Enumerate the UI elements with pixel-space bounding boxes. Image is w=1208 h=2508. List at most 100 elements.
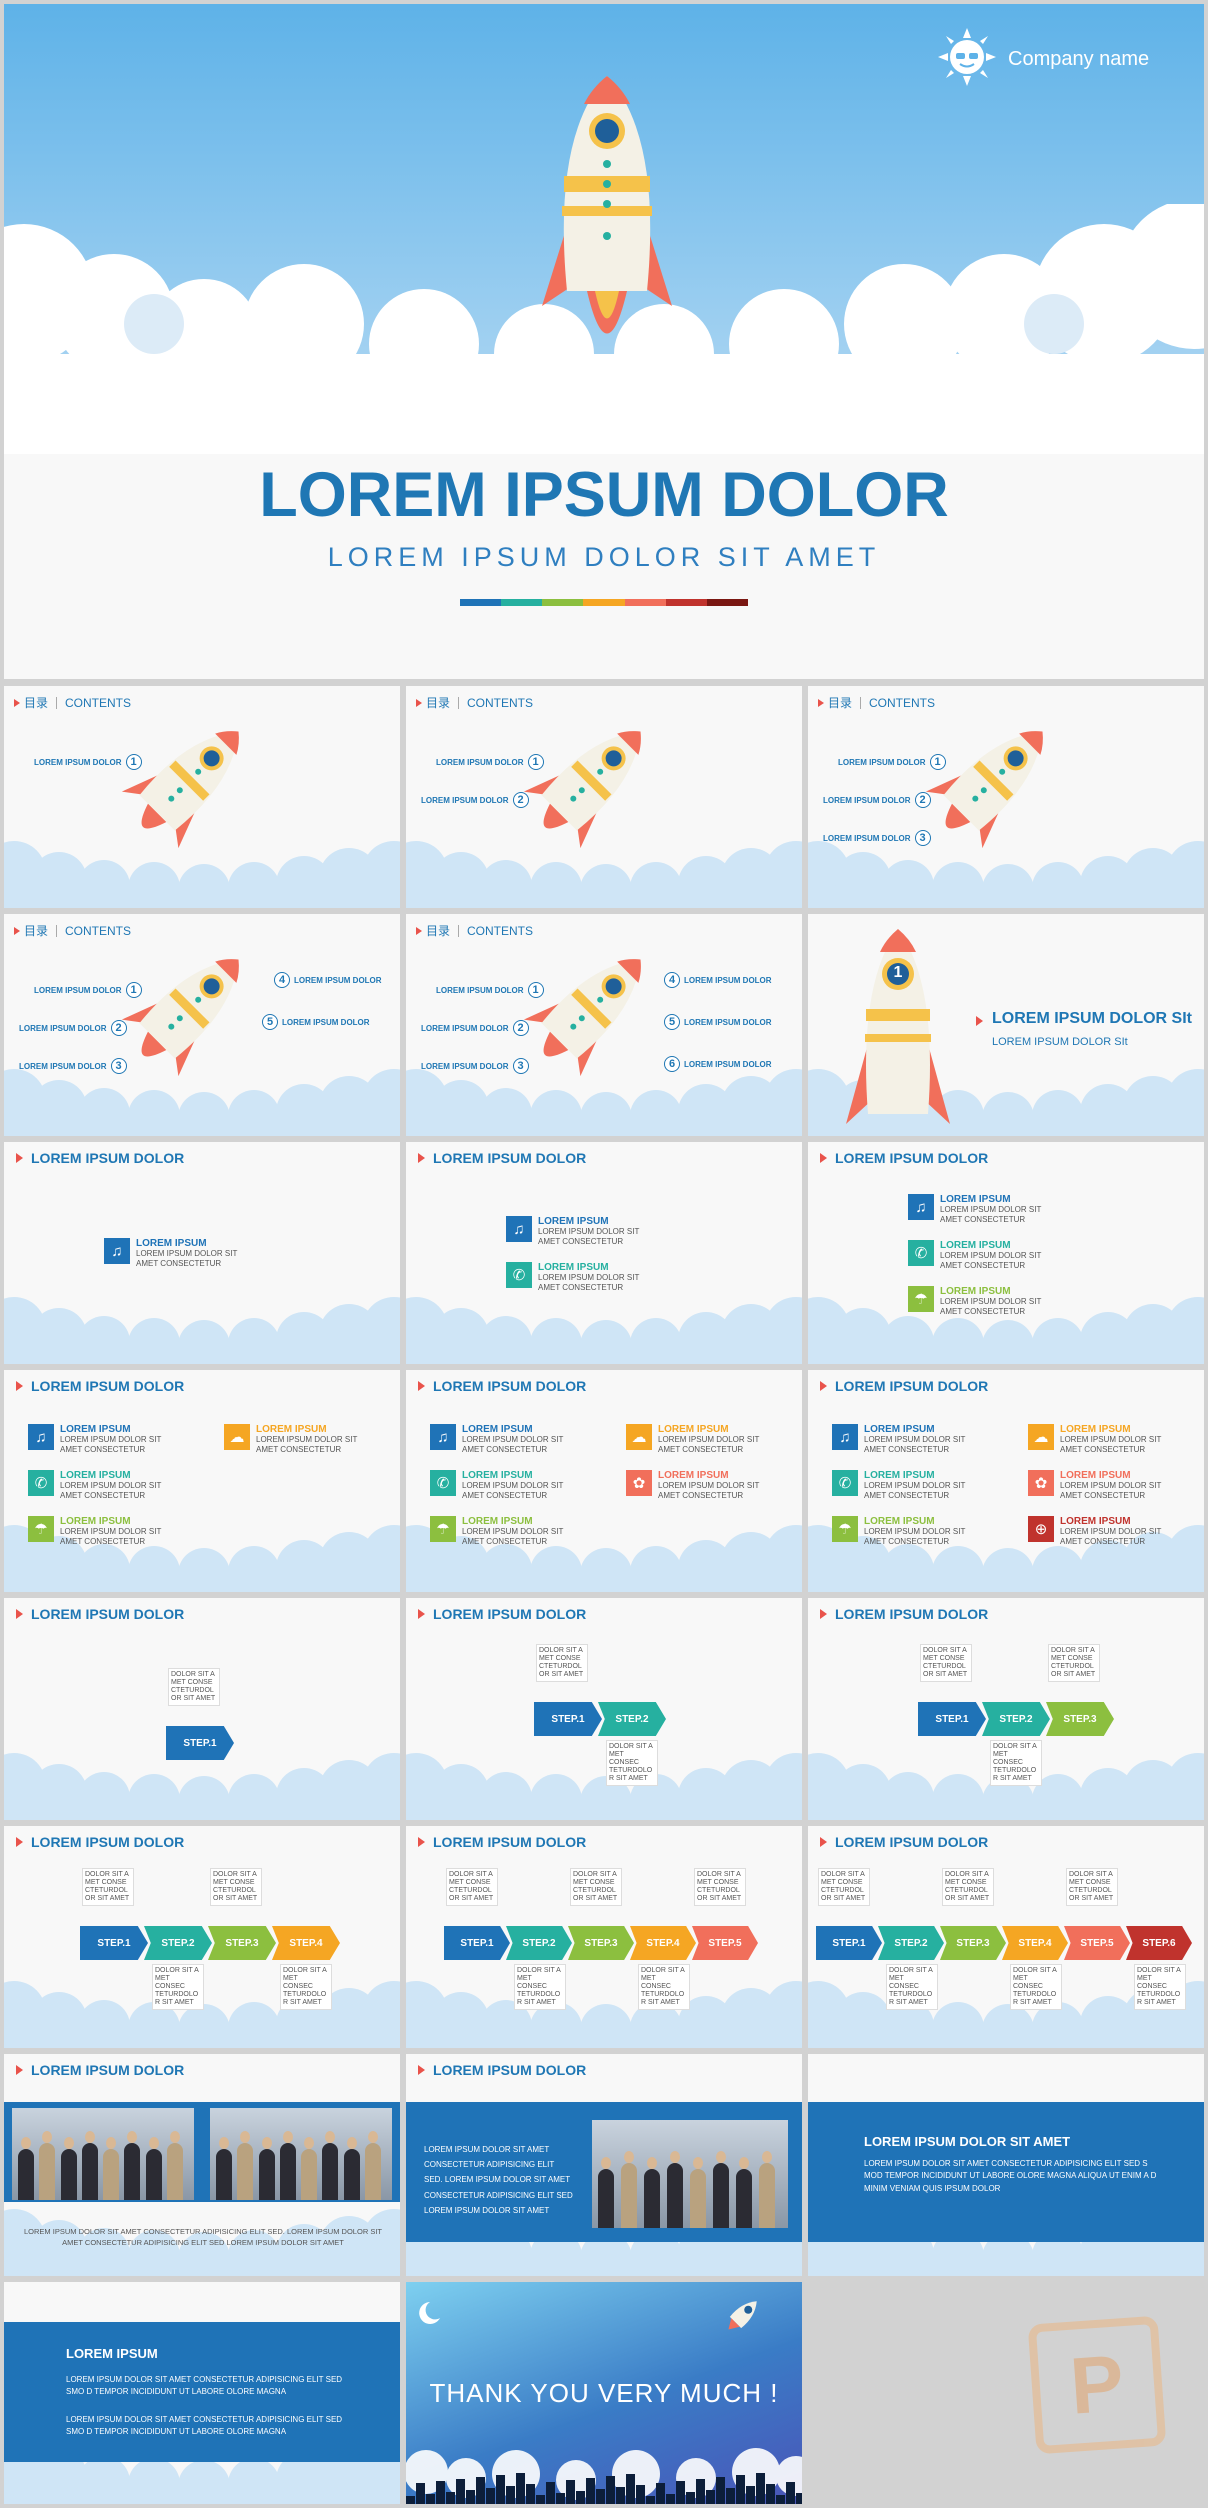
- step-arrow[interactable]: STEP.1: [918, 1702, 986, 1736]
- process-slide[interactable]: LOREM IPSUM DOLOR STEP.1 DOLOR SIT A MET C…: [406, 1598, 802, 1820]
- cover-slide[interactable]: Company name LOREM IPSUM DOLOR LOREM IPS…: [4, 4, 1204, 679]
- step-arrow[interactable]: STEP.1: [166, 1726, 234, 1760]
- icon-list-item[interactable]: ☂ LOREM IPSUM LOREM IPSUM DOLOR SIT AMET C…: [28, 1516, 180, 1546]
- step-arrow[interactable]: STEP.2: [506, 1926, 572, 1960]
- thank-you-slide[interactable]: THANK YOU VERY MUCH !: [406, 2282, 802, 2504]
- toc-item[interactable]: LOREM IPSUM DOLOR 3: [823, 830, 931, 846]
- icon-list-item[interactable]: ✆ LOREM IPSUM LOREM IPSUM DOLOR SIT AMET C…: [908, 1240, 1060, 1270]
- music-icon: ♫: [104, 1238, 130, 1264]
- contents-slide[interactable]: 目录 CONTENTS LOREM IPSUM DOLOR 1 LOREM IPSUM …: [406, 686, 802, 908]
- contents-slide[interactable]: 目录 CONTENTS LOREM IPSUM DOLOR 1 LOREM IPSUM …: [4, 914, 400, 1136]
- icon-list-slide[interactable]: LOREM IPSUM DOLOR ♫ LOREM IPSUM LOREM IPSUM…: [406, 1370, 802, 1592]
- icon-list-item[interactable]: ✿ LOREM IPSUM LOREM IPSUM DOLOR SIT AMET C…: [1028, 1470, 1180, 1500]
- toc-item[interactable]: LOREM IPSUM DOLOR 1: [34, 754, 142, 770]
- step-arrow[interactable]: STEP.2: [982, 1702, 1050, 1736]
- toc-item[interactable]: LOREM IPSUM DOLOR 1: [838, 754, 946, 770]
- toc-number: 1: [125, 754, 142, 770]
- toc-item[interactable]: 6 LOREM IPSUM DOLOR: [664, 1056, 772, 1072]
- step-arrow[interactable]: STEP.1: [534, 1702, 602, 1736]
- step-arrow[interactable]: STEP.4: [630, 1926, 696, 1960]
- step-arrow[interactable]: STEP.3: [1046, 1702, 1114, 1736]
- photo-slide[interactable]: LOREM IPSUM DOLOR LOREM IPSUM DOLOR SIT A…: [4, 2054, 400, 2276]
- icon-item-desc: LOREM IPSUM DOLOR SIT AMET CONSECTETUR: [60, 1527, 162, 1546]
- toc-item[interactable]: LOREM IPSUM DOLOR 1: [34, 982, 142, 998]
- icon-list-item[interactable]: ♫ LOREM IPSUM LOREM IPSUM DOLOR SIT AMET C…: [832, 1424, 984, 1454]
- process-slide[interactable]: LOREM IPSUM DOLOR STEP.1 DOLOR SIT A MET C…: [808, 1826, 1204, 2048]
- icon-list-item[interactable]: ♫ LOREM IPSUM LOREM IPSUM DOLOR SIT AMET C…: [28, 1424, 180, 1454]
- contents-slide[interactable]: 目录 CONTENTS LOREM IPSUM DOLOR 1: [4, 686, 400, 908]
- text-band-slide[interactable]: LOREM IPSUM DOLOR SIT AMET LOREM IPSUM DO…: [808, 2054, 1204, 2276]
- step-arrow[interactable]: STEP.2: [144, 1926, 212, 1960]
- toc-item[interactable]: 4 LOREM IPSUM DOLOR: [274, 972, 382, 988]
- person-head: [63, 2137, 74, 2150]
- icon-list-item[interactable]: ☁ LOREM IPSUM LOREM IPSUM DOLOR SIT AMET C…: [626, 1424, 778, 1454]
- step-arrow[interactable]: STEP.3: [208, 1926, 276, 1960]
- toc-item[interactable]: LOREM IPSUM DOLOR 2: [19, 1020, 127, 1036]
- umbrella-icon: ☂: [908, 1286, 934, 1312]
- step-arrow[interactable]: STEP.4: [272, 1926, 340, 1960]
- contents-slide[interactable]: 目录 CONTENTS LOREM IPSUM DOLOR 1 LOREM IPSUM …: [808, 686, 1204, 908]
- icon-list-item[interactable]: ☂ LOREM IPSUM LOREM IPSUM DOLOR SIT AMET C…: [430, 1516, 582, 1546]
- step-arrow[interactable]: STEP.5: [1064, 1926, 1130, 1960]
- icon-list-slide[interactable]: LOREM IPSUM DOLOR ♫ LOREM IPSUM LOREM IPSUM…: [4, 1142, 400, 1364]
- process-slide[interactable]: LOREM IPSUM DOLOR STEP.1 DOLOR SIT A MET C…: [4, 1826, 400, 2048]
- icon-item-title: LOREM IPSUM: [462, 1424, 533, 1435]
- slide-title-text: LOREM IPSUM DOLOR: [433, 1150, 587, 1166]
- person-figure: [237, 2143, 254, 2200]
- step-arrow[interactable]: STEP.1: [816, 1926, 882, 1960]
- icon-list-slide[interactable]: LOREM IPSUM DOLOR ♫ LOREM IPSUM LOREM IPSUM…: [406, 1142, 802, 1364]
- toc-item[interactable]: LOREM IPSUM DOLOR 2: [823, 792, 931, 808]
- step-arrow[interactable]: STEP.5: [692, 1926, 758, 1960]
- toc-item[interactable]: LOREM IPSUM DOLOR 2: [421, 792, 529, 808]
- icon-list-slide[interactable]: LOREM IPSUM DOLOR ♫ LOREM IPSUM LOREM IPSUM…: [808, 1370, 1204, 1592]
- step-arrow[interactable]: STEP.3: [940, 1926, 1006, 1960]
- icon-list-item[interactable]: ☁ LOREM IPSUM LOREM IPSUM DOLOR SIT AMET C…: [224, 1424, 376, 1454]
- photo-slide[interactable]: LOREM IPSUM DOLOR LOREM IPSUM DOLOR SIT A…: [406, 2054, 802, 2276]
- icon-list-item[interactable]: ☂ LOREM IPSUM LOREM IPSUM DOLOR SIT AMET C…: [908, 1286, 1060, 1316]
- icon-list-item[interactable]: ✆ LOREM IPSUM LOREM IPSUM DOLOR SIT AMET C…: [28, 1470, 180, 1500]
- process-slide[interactable]: LOREM IPSUM DOLOR STEP.1 DOLOR SIT A MET C…: [808, 1598, 1204, 1820]
- icon-list-slide[interactable]: LOREM IPSUM DOLOR ♫ LOREM IPSUM LOREM IPSUM…: [808, 1142, 1204, 1364]
- toc-item[interactable]: 5 LOREM IPSUM DOLOR: [664, 1014, 772, 1030]
- icon-list-item[interactable]: ⊕ LOREM IPSUM LOREM IPSUM DOLOR SIT AMET C…: [1028, 1516, 1180, 1546]
- icon-item-text: LOREM IPSUM LOREM IPSUM DOLOR SIT AMET CO…: [60, 1470, 180, 1500]
- icon-list-item[interactable]: ♫ LOREM IPSUM LOREM IPSUM DOLOR SIT AMET C…: [908, 1194, 1060, 1224]
- icon-item-text: LOREM IPSUM LOREM IPSUM DOLOR SIT AMET CO…: [462, 1424, 582, 1454]
- step-arrow[interactable]: STEP.4: [1002, 1926, 1068, 1960]
- icon-list-item[interactable]: ♫ LOREM IPSUM LOREM IPSUM DOLOR SIT AMET C…: [506, 1216, 658, 1246]
- section-slide[interactable]: 1 LOREM IPSUM DOLOR SIt LOREM IPSUM DOLOR …: [808, 914, 1204, 1136]
- process-slide[interactable]: LOREM IPSUM DOLOR STEP.1 DOLOR SIT A MET C…: [406, 1826, 802, 2048]
- band-title: LOREM IPSUM DOLOR SIT AMET: [864, 2134, 1071, 2149]
- toc-item[interactable]: LOREM IPSUM DOLOR 2: [421, 1020, 529, 1036]
- icon-list-item[interactable]: ♫ LOREM IPSUM LOREM IPSUM DOLOR SIT AMET C…: [104, 1238, 256, 1268]
- toc-item[interactable]: 4 LOREM IPSUM DOLOR: [664, 972, 772, 988]
- rainbow-segment: [460, 599, 502, 606]
- step-arrow[interactable]: STEP.1: [80, 1926, 148, 1960]
- toc-item[interactable]: 5 LOREM IPSUM DOLOR: [262, 1014, 370, 1030]
- toc-number: 4: [664, 972, 680, 988]
- icon-list-item[interactable]: ✆ LOREM IPSUM LOREM IPSUM DOLOR SIT AMET C…: [506, 1262, 658, 1292]
- step-arrow[interactable]: STEP.6: [1126, 1926, 1192, 1960]
- icon-item-desc: LOREM IPSUM DOLOR SIT AMET CONSECTETUR: [1060, 1481, 1162, 1500]
- toc-item[interactable]: LOREM IPSUM DOLOR 3: [421, 1058, 529, 1074]
- contents-slide[interactable]: 目录 CONTENTS LOREM IPSUM DOLOR 1 LOREM IPSUM …: [406, 914, 802, 1136]
- icon-list-item[interactable]: ♫ LOREM IPSUM LOREM IPSUM DOLOR SIT AMET C…: [430, 1424, 582, 1454]
- icon-list-item[interactable]: ✆ LOREM IPSUM LOREM IPSUM DOLOR SIT AMET C…: [832, 1470, 984, 1500]
- step-arrow[interactable]: STEP.3: [568, 1926, 634, 1960]
- step-arrow[interactable]: STEP.2: [598, 1702, 666, 1736]
- toc-item[interactable]: LOREM IPSUM DOLOR 3: [19, 1058, 127, 1074]
- icon-list-item[interactable]: ☂ LOREM IPSUM LOREM IPSUM DOLOR SIT AMET C…: [832, 1516, 984, 1546]
- slide-title: LOREM IPSUM DOLOR: [16, 1378, 184, 1394]
- gear-icon: ✿: [626, 1470, 652, 1496]
- step-arrow[interactable]: STEP.1: [444, 1926, 510, 1960]
- icon-list-item[interactable]: ✿ LOREM IPSUM LOREM IPSUM DOLOR SIT AMET C…: [626, 1470, 778, 1500]
- step-arrow[interactable]: STEP.2: [878, 1926, 944, 1960]
- process-slide[interactable]: LOREM IPSUM DOLOR STEP.1 DOLOR SIT A MET C…: [4, 1598, 400, 1820]
- icon-list-item[interactable]: ☁ LOREM IPSUM LOREM IPSUM DOLOR SIT AMET C…: [1028, 1424, 1180, 1454]
- toc-item-label: LOREM IPSUM DOLOR: [34, 757, 122, 767]
- toc-item[interactable]: LOREM IPSUM DOLOR 1: [436, 982, 544, 998]
- text-slide[interactable]: LOREM IPSUM LOREM IPSUM DOLOR SIT AMET CO…: [4, 2282, 400, 2504]
- icon-list-item[interactable]: ✆ LOREM IPSUM LOREM IPSUM DOLOR SIT AMET C…: [430, 1470, 582, 1500]
- toc-item[interactable]: LOREM IPSUM DOLOR 1: [436, 754, 544, 770]
- icon-list-slide[interactable]: LOREM IPSUM DOLOR ♫ LOREM IPSUM LOREM IPSUM…: [4, 1370, 400, 1592]
